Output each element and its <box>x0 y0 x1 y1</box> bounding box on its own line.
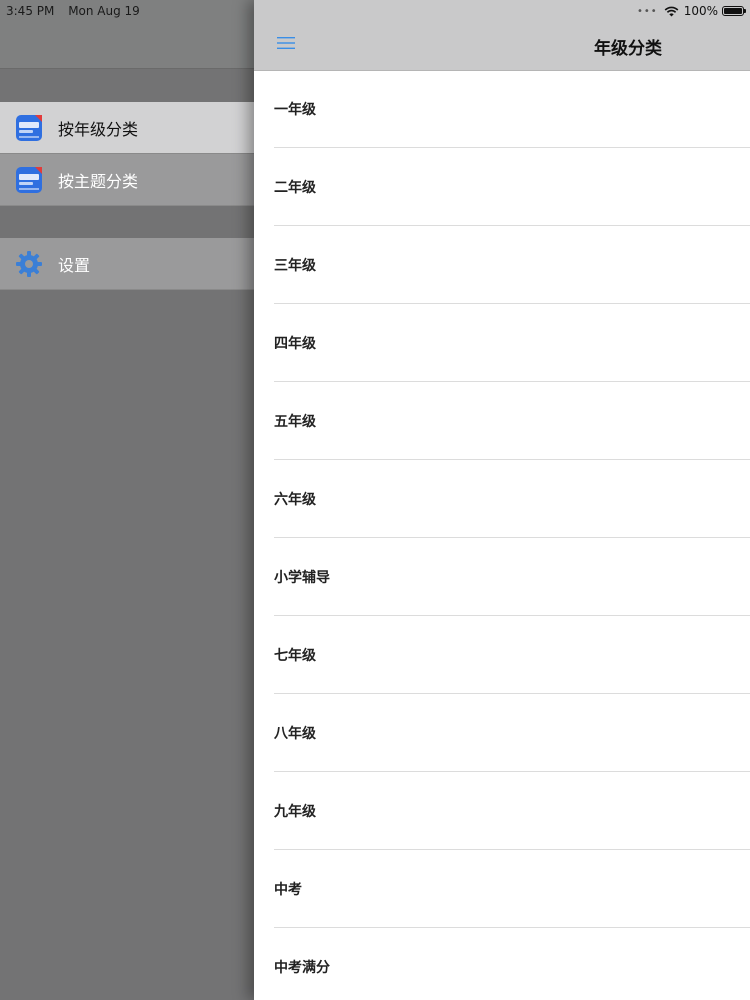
menu-item-label: 设置 <box>58 255 91 275</box>
category-menu-group: 按年级分类 按主题分类 <box>0 102 254 206</box>
status-date: Mon Aug 19 <box>68 4 140 18</box>
menu-item-by-theme[interactable]: 按主题分类 <box>0 154 254 206</box>
screen: 按年级分类 按主题分类 设置 3:45 PM Mon Aug 19 ••• 10… <box>0 0 750 1000</box>
navigation-bar: ••• 100% 年级分类 <box>254 0 750 71</box>
menu-item-label: 按年级分类 <box>58 119 139 139</box>
grade-list-item[interactable]: 七年级 <box>274 616 750 694</box>
multitasking-dots-icon: ••• <box>636 5 658 17</box>
grade-list-item[interactable]: 小学辅导 <box>274 538 750 616</box>
book-app-icon <box>14 113 44 143</box>
grade-list: 一年级 二年级 三年级 四年级 五年级 六年级 小学辅导 七年级 八年级 九年级 中考 中考满分 <box>254 70 750 1000</box>
page-title: 年级分类 <box>594 39 662 59</box>
gear-icon <box>14 249 44 279</box>
grade-list-item[interactable]: 九年级 <box>274 772 750 850</box>
menu-item-by-grade[interactable]: 按年级分类 <box>0 102 254 154</box>
status-time: 3:45 PM <box>6 4 55 18</box>
status-bar-right: ••• 100% <box>636 0 746 22</box>
main-panel: ••• 100% 年级分类 一年级 二年级 三年级 四年级 五年级 六年级 小学… <box>254 0 750 1000</box>
status-bar-left: 3:45 PM Mon Aug 19 <box>0 0 150 22</box>
menu-item-label: 按主题分类 <box>58 171 139 191</box>
grade-list-item[interactable]: 中考 <box>274 850 750 928</box>
grade-list-item[interactable]: 三年级 <box>274 226 750 304</box>
battery-icon <box>722 6 746 16</box>
grade-list-item[interactable]: 一年级 <box>274 70 750 148</box>
book-app-icon <box>14 165 44 195</box>
hamburger-menu-button[interactable] <box>274 33 298 53</box>
menu-item-settings[interactable]: 设置 <box>0 238 254 290</box>
grade-list-item[interactable]: 中考满分 <box>274 928 750 1000</box>
wifi-icon <box>664 6 679 17</box>
grade-list-item[interactable]: 五年级 <box>274 382 750 460</box>
battery-percent: 100% <box>683 4 718 18</box>
side-menu: 按年级分类 按主题分类 设置 <box>0 0 254 1000</box>
grade-list-item[interactable]: 六年级 <box>274 460 750 538</box>
grade-list-item[interactable]: 四年级 <box>274 304 750 382</box>
settings-menu-group: 设置 <box>0 238 254 290</box>
grade-list-item[interactable]: 二年级 <box>274 148 750 226</box>
grade-list-item[interactable]: 八年级 <box>274 694 750 772</box>
hamburger-menu-icon <box>277 37 295 49</box>
